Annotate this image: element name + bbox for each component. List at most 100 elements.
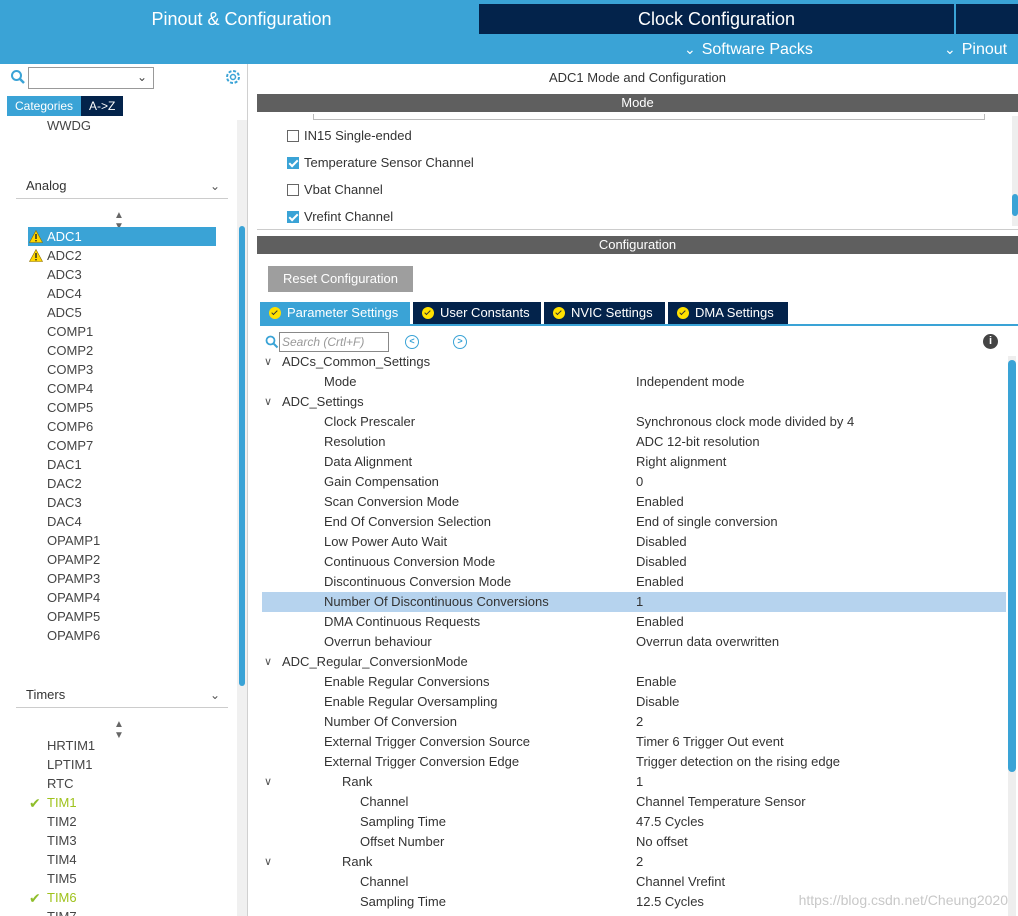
pinout-menu[interactable]: ⌄ Pinout bbox=[944, 38, 1007, 60]
parameter-row[interactable]: External Trigger Conversion Source Timer … bbox=[262, 732, 1006, 752]
tree-group-row[interactable]: ∨ ADC_Regular_ConversionMode bbox=[262, 652, 1006, 672]
parameter-value[interactable]: Synchronous clock mode divided by 4 bbox=[636, 412, 854, 432]
parameter-value[interactable]: Trigger detection on the rising edge bbox=[636, 752, 840, 772]
parameter-search-input[interactable]: Search (Crtl+F) bbox=[279, 332, 389, 352]
parameter-value[interactable]: Enabled bbox=[636, 492, 684, 512]
parameter-value[interactable]: No offset bbox=[636, 832, 688, 852]
tab-user-constants[interactable]: User Constants bbox=[413, 302, 541, 324]
list-item-opamp6[interactable]: OPAMP6 bbox=[28, 626, 216, 645]
list-item-wwdg[interactable]: WWDG bbox=[28, 120, 216, 135]
tab-a-to-z[interactable]: A->Z bbox=[81, 96, 124, 116]
tab-more[interactable] bbox=[956, 4, 1018, 34]
parameter-row[interactable]: DMA Continuous Requests Enabled bbox=[262, 612, 1006, 632]
list-item-dac3[interactable]: DAC3 bbox=[28, 493, 216, 512]
chevron-down-icon[interactable]: ∨ bbox=[264, 392, 272, 412]
list-item-dac2[interactable]: DAC2 bbox=[28, 474, 216, 493]
tab-categories[interactable]: Categories bbox=[7, 96, 82, 116]
parameter-row[interactable]: Scan Conversion Mode Enabled bbox=[262, 492, 1006, 512]
parameter-row[interactable]: Number Of Discontinuous Conversions 1 bbox=[262, 592, 1006, 612]
parameter-row[interactable]: Resolution ADC 12-bit resolution bbox=[262, 432, 1006, 452]
parameter-value[interactable]: 2 bbox=[636, 852, 643, 872]
mode-option-vbat-channel[interactable]: Vbat Channel bbox=[287, 180, 383, 200]
parameter-value[interactable]: Right alignment bbox=[636, 452, 726, 472]
list-item-tim1[interactable]: ✔ TIM1 bbox=[28, 793, 216, 812]
list-item-opamp5[interactable]: OPAMP5 bbox=[28, 607, 216, 626]
list-item-opamp3[interactable]: OPAMP3 bbox=[28, 569, 216, 588]
tab-parameter-settings[interactable]: Parameter Settings bbox=[260, 302, 410, 324]
parameter-value[interactable]: Disabled bbox=[636, 552, 687, 572]
parameter-value[interactable]: Independent mode bbox=[636, 372, 744, 392]
checkbox[interactable] bbox=[287, 156, 299, 169]
list-item-adc1[interactable]: ADC1 bbox=[28, 227, 216, 246]
previous-match-icon[interactable]: < bbox=[405, 335, 419, 349]
parameter-value[interactable]: Enabled bbox=[636, 572, 684, 592]
list-item-tim7[interactable]: TIM7 bbox=[28, 907, 216, 916]
parameter-row[interactable]: Clock Prescaler Synchronous clock mode di… bbox=[262, 412, 1006, 432]
list-item-comp1[interactable]: COMP1 bbox=[28, 322, 216, 341]
info-icon[interactable]: i bbox=[983, 334, 998, 349]
parameter-value[interactable]: 47.5 Cycles bbox=[636, 812, 704, 832]
mode-option-vrefint-channel[interactable]: Vrefint Channel bbox=[287, 207, 393, 227]
list-item-tim4[interactable]: TIM4 bbox=[28, 850, 216, 869]
parameter-value[interactable]: 2 bbox=[636, 712, 643, 732]
group-timers[interactable]: Timers ⌄ bbox=[16, 682, 228, 708]
list-item-adc3[interactable]: ADC3 bbox=[28, 265, 216, 284]
parameter-value[interactable]: Enable bbox=[636, 672, 676, 692]
group-analog[interactable]: Analog ⌄ bbox=[16, 173, 228, 199]
tab-pinout-configuration[interactable]: Pinout & Configuration bbox=[4, 4, 479, 34]
parameter-row[interactable]: Channel Channel Temperature Sensor bbox=[262, 792, 1006, 812]
parameter-row[interactable]: Low Power Auto Wait Disabled bbox=[262, 532, 1006, 552]
list-item-comp6[interactable]: COMP6 bbox=[28, 417, 216, 436]
list-item-comp5[interactable]: COMP5 bbox=[28, 398, 216, 417]
parameter-row[interactable]: Number Of Conversion 2 bbox=[262, 712, 1006, 732]
scrollbar-thumb[interactable] bbox=[1012, 194, 1018, 216]
mode-option-in15-single-ended[interactable]: IN15 Single-ended bbox=[287, 126, 412, 146]
tree-group-row[interactable]: ∨ ADC_Settings bbox=[262, 392, 1006, 412]
reset-configuration-button[interactable]: Reset Configuration bbox=[268, 266, 413, 292]
parameter-row[interactable]: Data Alignment Right alignment bbox=[262, 452, 1006, 472]
parameter-scrollbar[interactable] bbox=[1008, 356, 1016, 916]
category-search-dropdown[interactable]: ⌄ bbox=[28, 67, 154, 89]
parameter-row[interactable]: Discontinuous Conversion Mode Enabled bbox=[262, 572, 1006, 592]
list-item-opamp2[interactable]: OPAMP2 bbox=[28, 550, 216, 569]
list-item-dac4[interactable]: DAC4 bbox=[28, 512, 216, 531]
list-item-tim2[interactable]: TIM2 bbox=[28, 812, 216, 831]
scrollbar-thumb[interactable] bbox=[239, 226, 245, 686]
parameter-row[interactable]: Continuous Conversion Mode Disabled bbox=[262, 552, 1006, 572]
parameter-row[interactable]: Sampling Time 47.5 Cycles bbox=[262, 812, 1006, 832]
chevron-down-icon[interactable]: ∨ bbox=[264, 772, 272, 792]
checkbox[interactable] bbox=[287, 183, 299, 196]
parameter-row[interactable]: Overrun behaviour Overrun data overwritte… bbox=[262, 632, 1006, 652]
list-item-rtc[interactable]: RTC bbox=[28, 774, 216, 793]
parameter-row[interactable]: Enable Regular Conversions Enable bbox=[262, 672, 1006, 692]
list-item-opamp4[interactable]: OPAMP4 bbox=[28, 588, 216, 607]
tree-group-row[interactable]: ∨ Rank 1 bbox=[262, 772, 1006, 792]
parameter-value[interactable]: Channel Temperature Sensor bbox=[636, 792, 806, 812]
list-item-adc5[interactable]: ADC5 bbox=[28, 303, 216, 322]
parameter-row[interactable]: Mode Independent mode bbox=[262, 372, 1006, 392]
parameter-row[interactable]: Gain Compensation 0 bbox=[262, 472, 1006, 492]
list-item-hrtim1[interactable]: HRTIM1 bbox=[28, 736, 216, 755]
next-match-icon[interactable]: > bbox=[453, 335, 467, 349]
parameter-row[interactable]: Offset Number No offset bbox=[262, 832, 1006, 852]
list-item-dac1[interactable]: DAC1 bbox=[28, 455, 216, 474]
list-item-comp2[interactable]: COMP2 bbox=[28, 341, 216, 360]
parameter-value[interactable]: End of single conversion bbox=[636, 512, 778, 532]
tab-nvic-settings[interactable]: NVIC Settings bbox=[544, 302, 665, 324]
category-scrollbar[interactable] bbox=[237, 120, 247, 916]
parameter-row[interactable]: Enable Regular Oversampling Disable bbox=[262, 692, 1006, 712]
parameter-value[interactable]: Channel Vrefint bbox=[636, 872, 725, 892]
parameter-value[interactable]: 1 bbox=[636, 772, 643, 792]
scrollbar-thumb[interactable] bbox=[1008, 360, 1016, 772]
parameter-value[interactable]: Overrun data overwritten bbox=[636, 632, 779, 652]
checkbox[interactable] bbox=[287, 129, 299, 142]
parameter-value[interactable]: Disable bbox=[636, 692, 679, 712]
checkbox[interactable] bbox=[287, 210, 299, 223]
list-item-opamp1[interactable]: OPAMP1 bbox=[28, 531, 216, 550]
chevron-down-icon[interactable]: ∨ bbox=[264, 652, 272, 672]
parameter-value[interactable]: ADC 12-bit resolution bbox=[636, 432, 760, 452]
list-item-tim3[interactable]: TIM3 bbox=[28, 831, 216, 850]
parameter-value[interactable]: Timer 6 Trigger Out event bbox=[636, 732, 784, 752]
list-item-lptim1[interactable]: LPTIM1 bbox=[28, 755, 216, 774]
chevron-down-icon[interactable]: ∨ bbox=[264, 852, 272, 872]
